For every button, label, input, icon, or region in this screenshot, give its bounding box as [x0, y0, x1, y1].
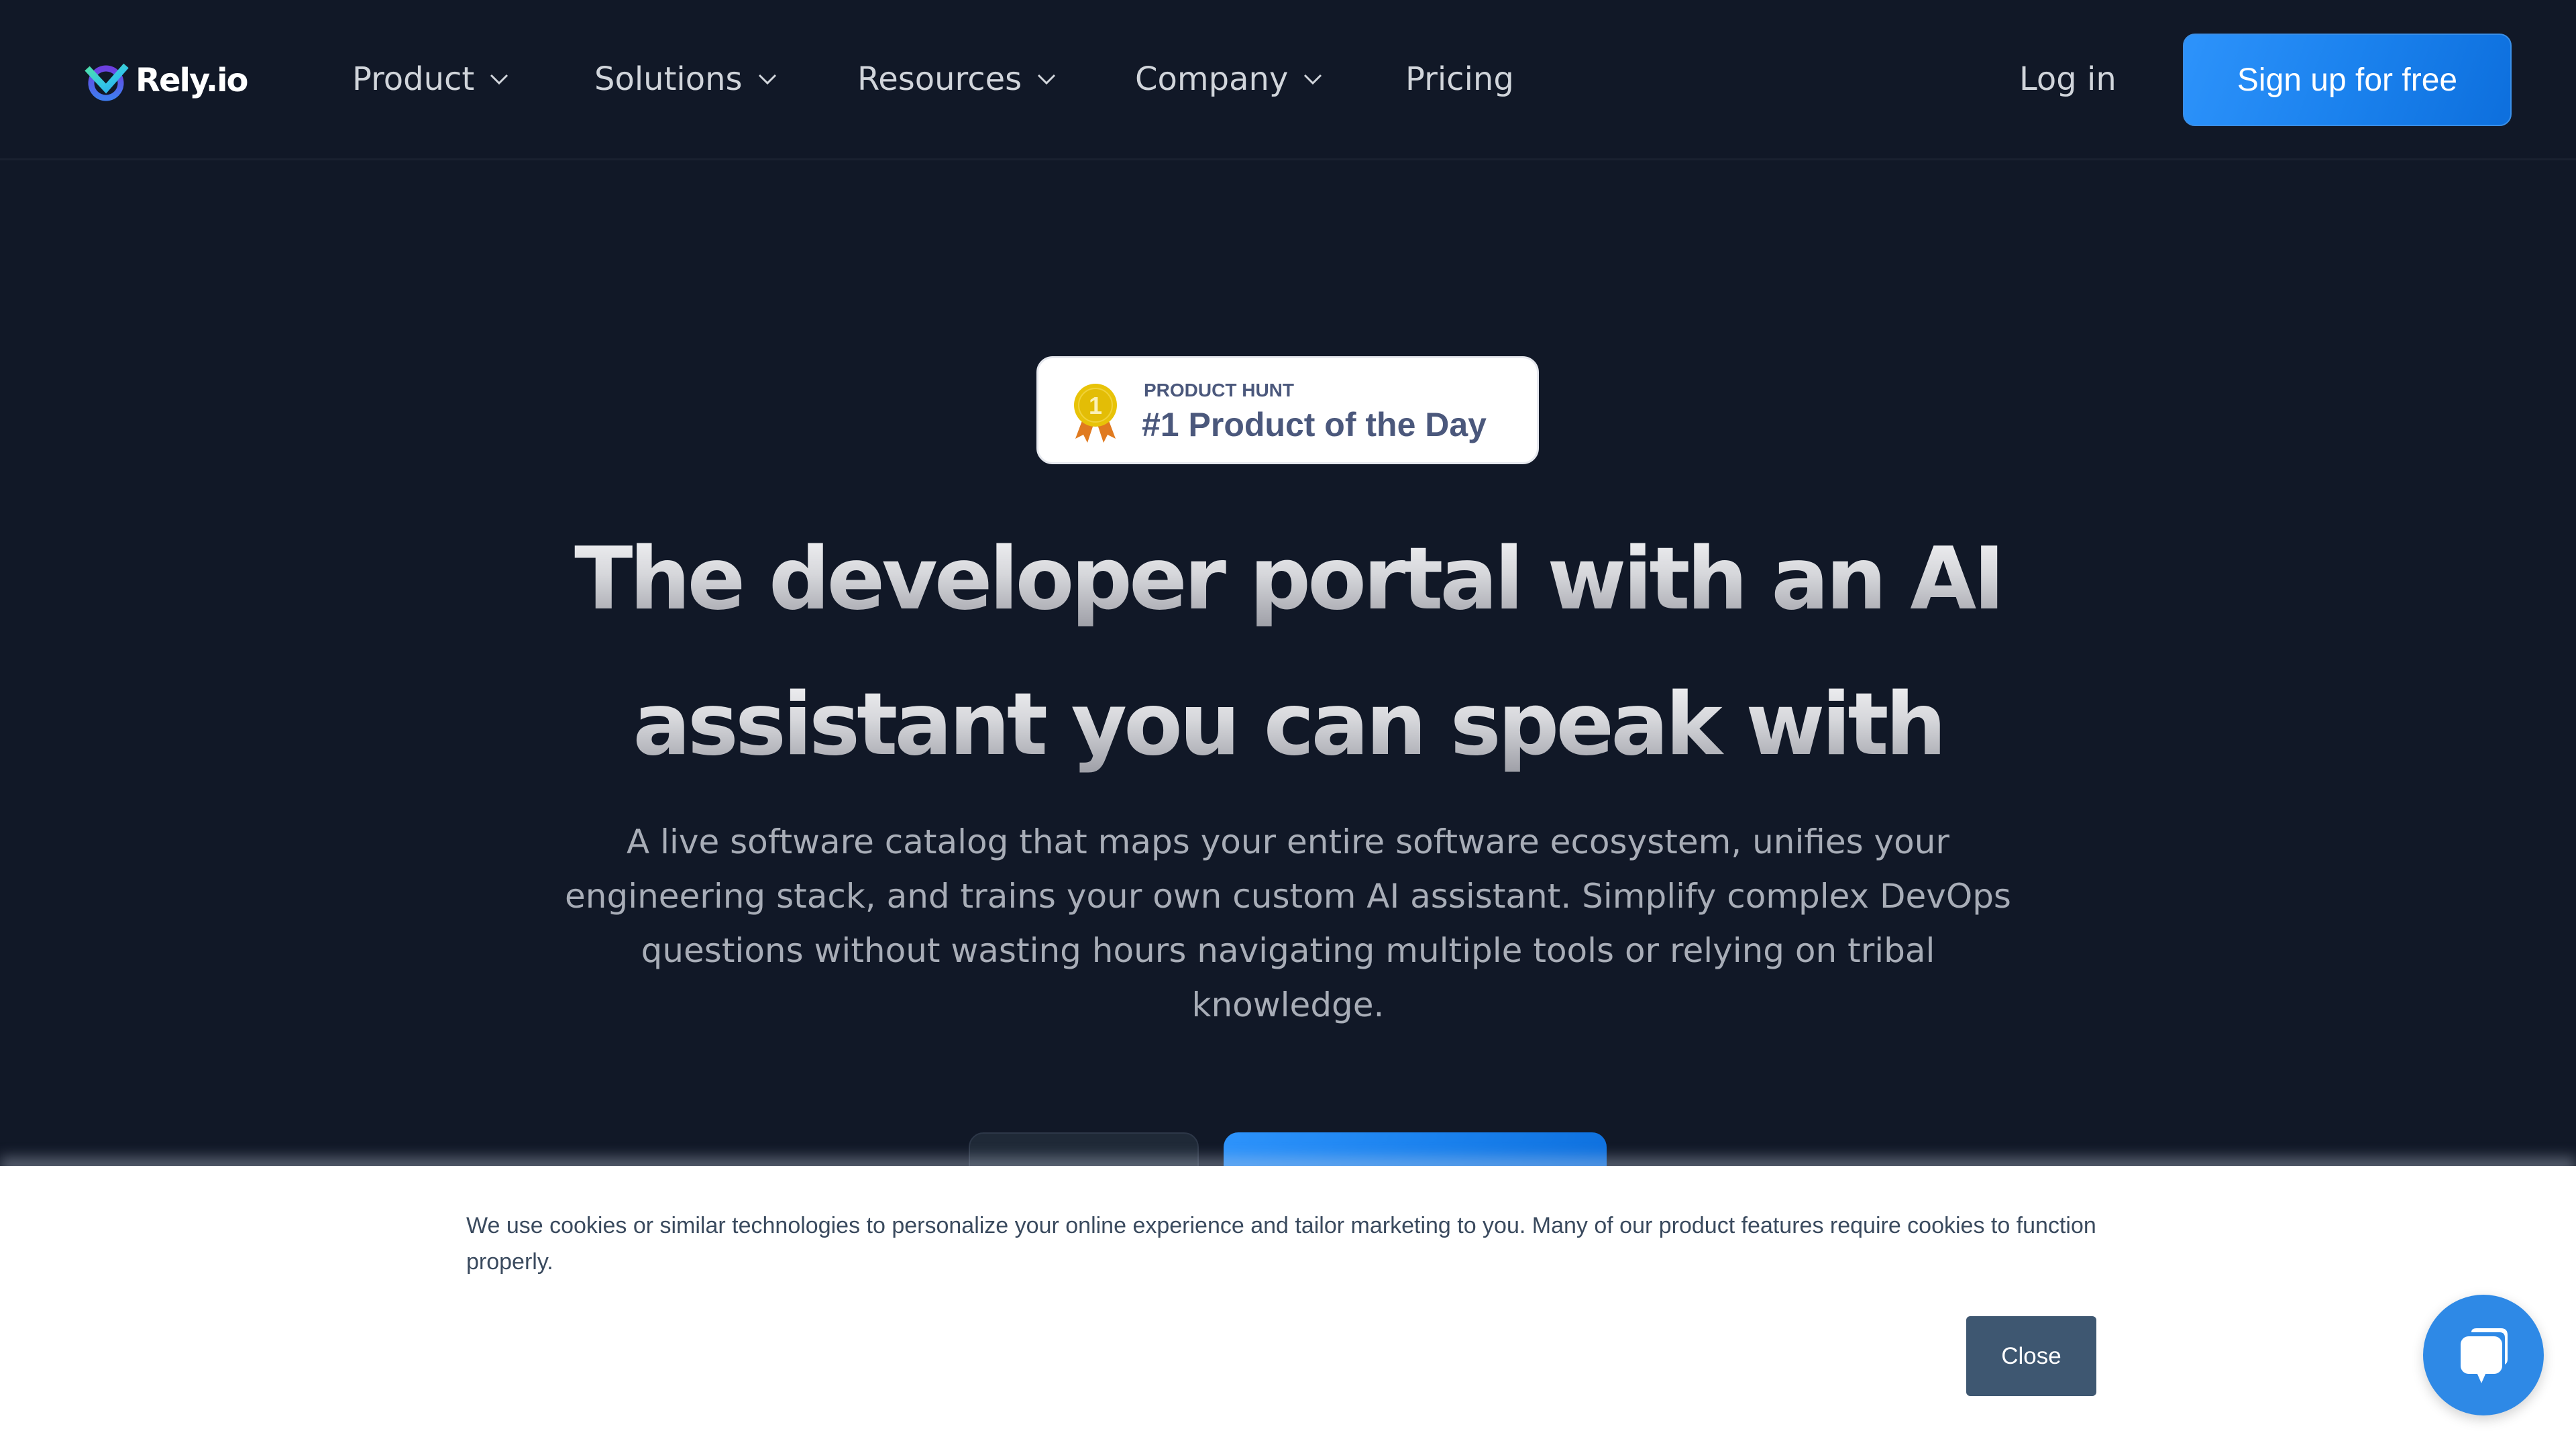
nav-pricing[interactable]: Pricing [1405, 55, 1514, 103]
headline-line-1: The developer portal with an AI [574, 529, 2005, 629]
medal-number: 1 [1089, 392, 1102, 419]
headline-line-2: assistant you can speak with [633, 675, 1946, 775]
product-hunt-badge[interactable]: 1 PRODUCT HUNT #1 Product of the Day [1036, 356, 1539, 464]
cookie-close-button[interactable]: Close [1966, 1316, 2096, 1396]
hero-headline: The developer portal with an AI assistan… [0, 506, 2576, 798]
cookie-banner: We use cookies or similar technologies t… [0, 1166, 2576, 1449]
nav-company[interactable]: Company [1135, 55, 1323, 103]
medal-icon: 1 [1074, 384, 1117, 443]
chevron-down-icon [758, 74, 776, 85]
badge-title: #1 Product of the Day [1142, 406, 1487, 443]
nav-solutions-label: Solutions [594, 60, 743, 98]
chevron-down-icon [1038, 74, 1056, 85]
hero-subtitle: A live software catalog that maps your e… [565, 822, 2011, 1024]
logo-text: Rely.io [136, 62, 249, 99]
navbar: Rely.io Product Solutions Resources Comp… [0, 0, 2576, 160]
nav-resources-label: Resources [857, 60, 1022, 98]
nav-product-label: Product [352, 60, 475, 98]
chat-launcher-button[interactable] [2423, 1295, 2544, 1415]
badge-kicker: PRODUCT HUNT [1144, 380, 1294, 400]
nav-resources[interactable]: Resources [857, 55, 1057, 103]
nav-solutions[interactable]: Solutions [594, 55, 777, 103]
nav-pricing-label: Pricing [1405, 60, 1514, 98]
nav-product[interactable]: Product [352, 55, 509, 103]
signup-button[interactable]: Sign up for free [2183, 34, 2512, 126]
chevron-down-icon [490, 74, 508, 85]
logo-link[interactable]: Rely.io [83, 59, 249, 102]
chat-bubble-icon [2461, 1328, 2508, 1383]
rely-logo-icon [85, 63, 129, 101]
login-link[interactable]: Log in [2019, 55, 2116, 103]
page: Rely.io Product Solutions Resources Comp… [0, 0, 2576, 1449]
chevron-down-icon [1304, 74, 1322, 85]
cookie-text: We use cookies or similar technologies t… [466, 1213, 2096, 1275]
nav-company-label: Company [1135, 60, 1289, 98]
